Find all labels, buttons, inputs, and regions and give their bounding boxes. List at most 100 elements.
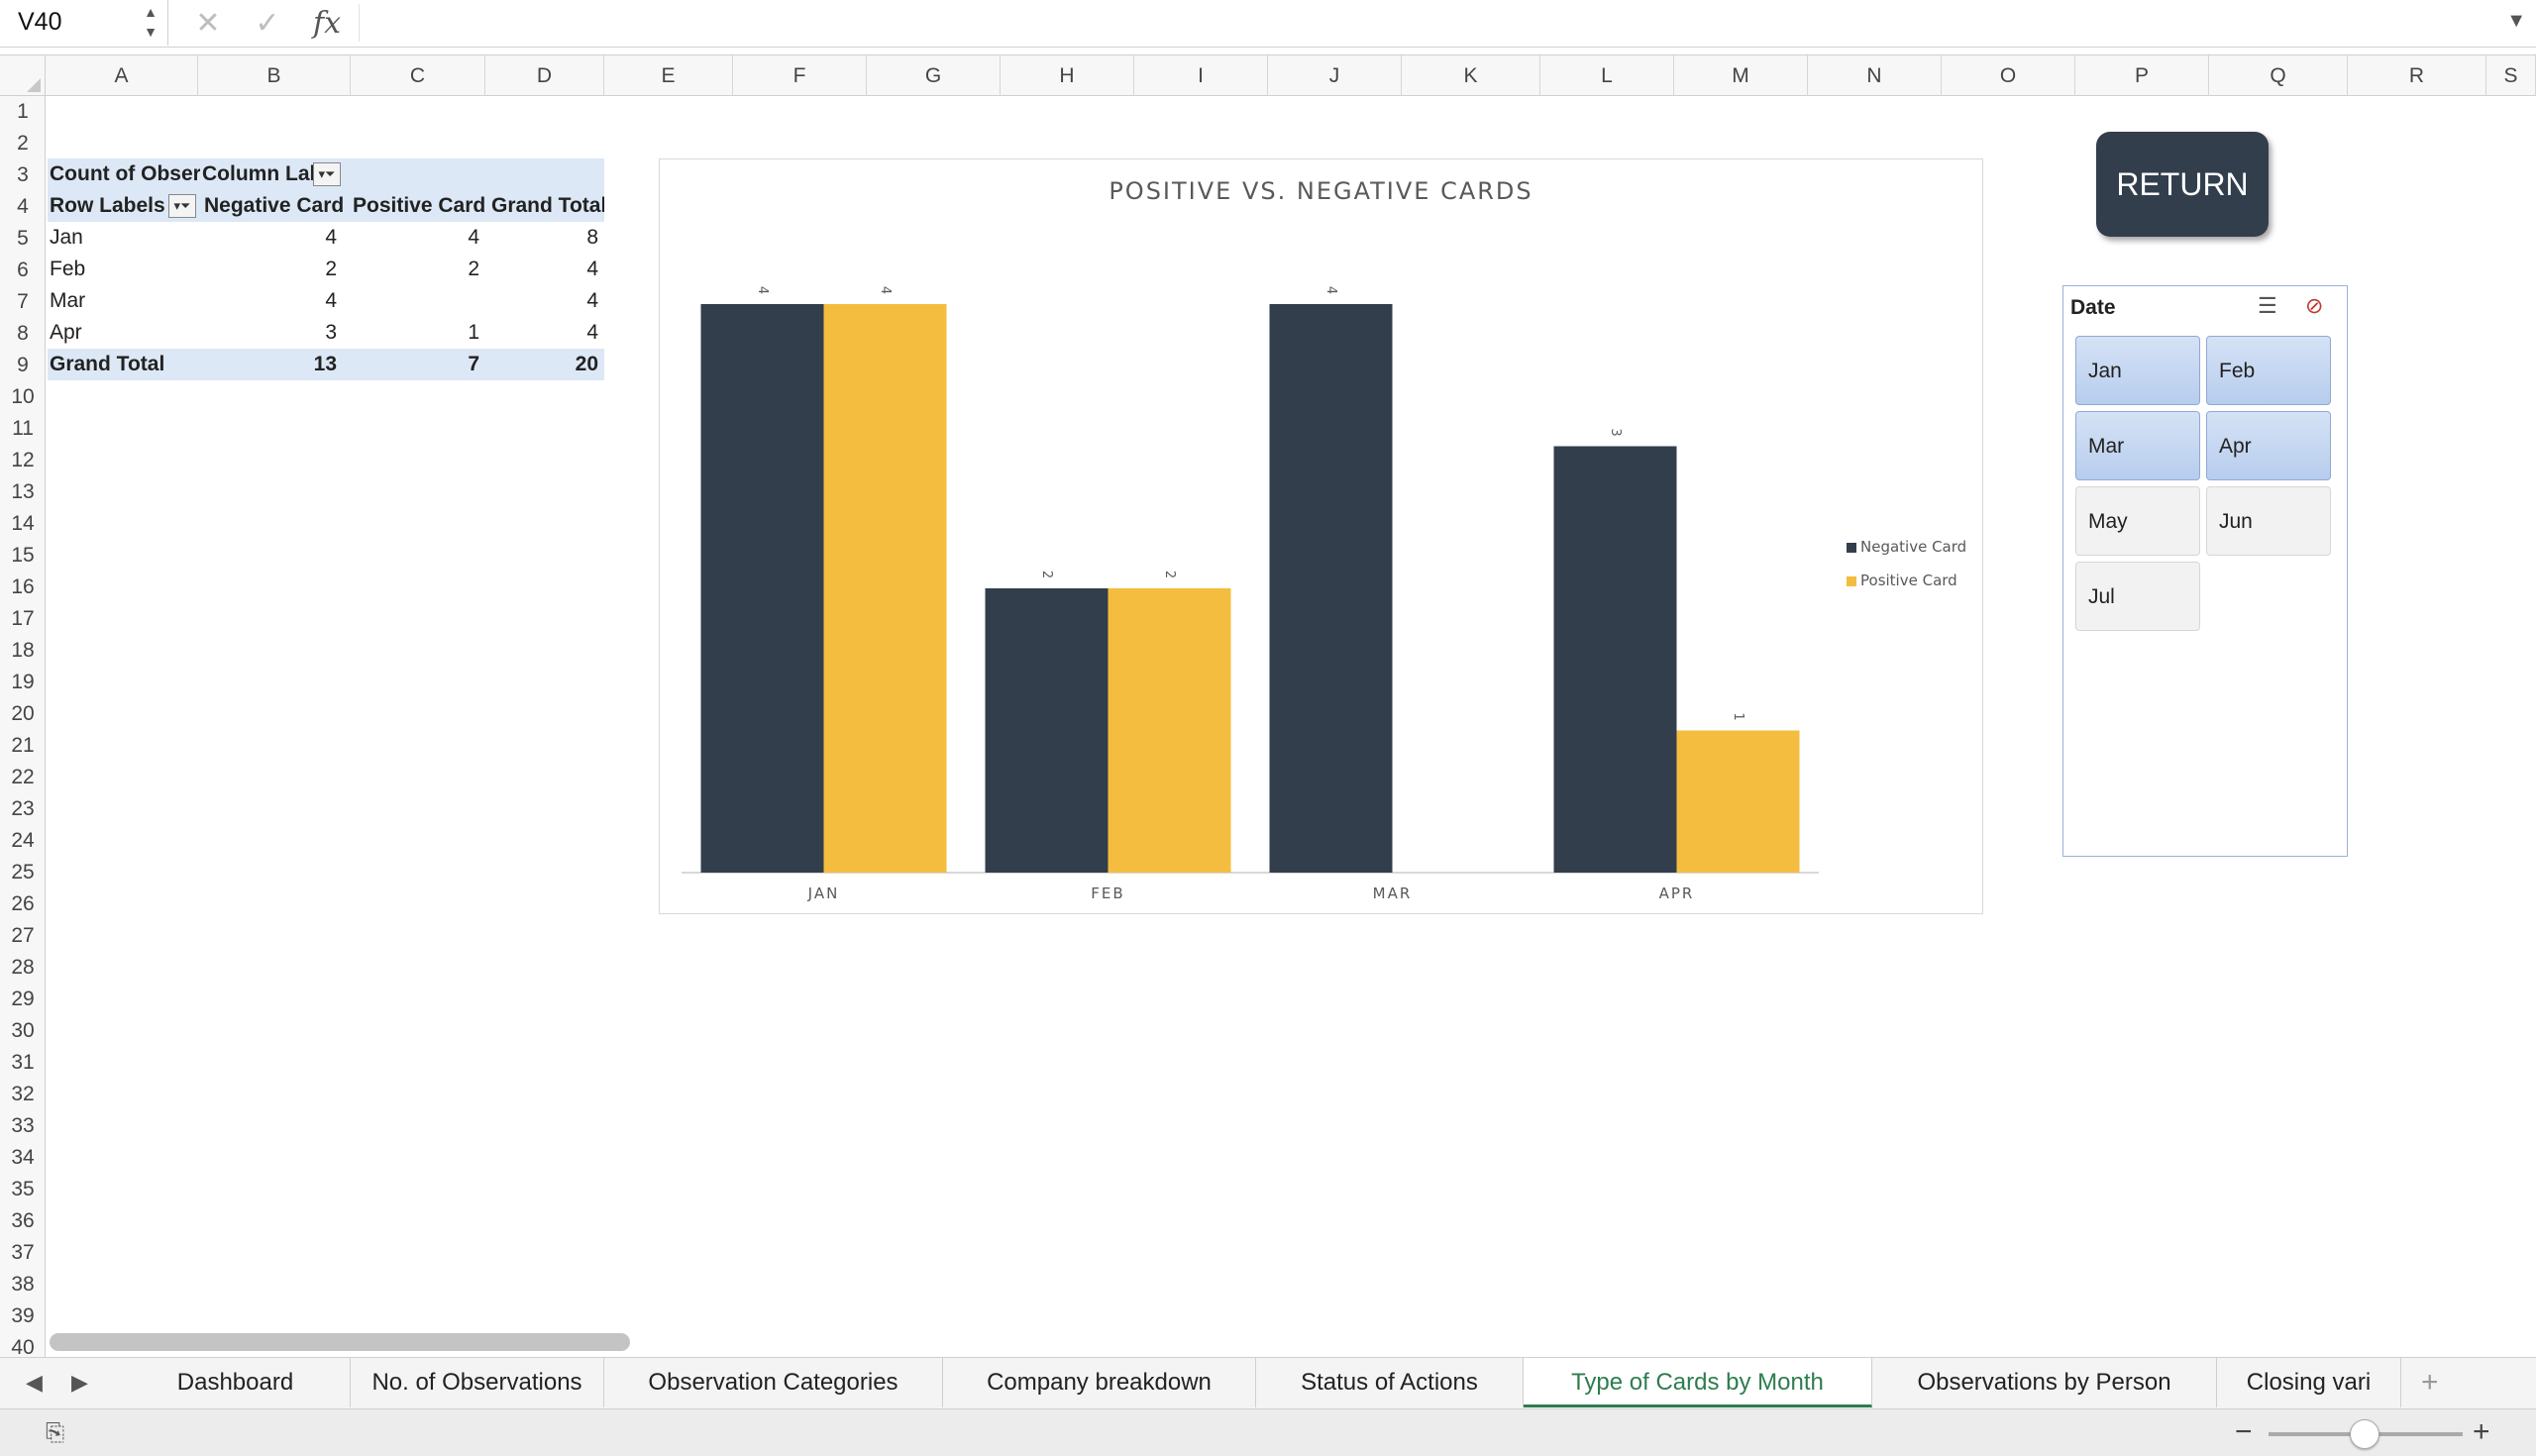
slicer-item-jan[interactable]: Jan	[2075, 336, 2200, 405]
row-header[interactable]: 27	[0, 920, 46, 952]
pivot-cell-negative[interactable]: 4	[202, 222, 337, 254]
name-box-stepper-icon[interactable]: ▲ ▼	[141, 2, 160, 44]
pivot-cell-total[interactable]: 8	[483, 222, 598, 254]
pivot-cell-label[interactable]: Jan	[50, 222, 198, 254]
row-header[interactable]: 17	[0, 603, 46, 635]
row-header[interactable]: 1	[0, 96, 46, 128]
formula-input[interactable]	[359, 4, 2488, 42]
column-filter-icon[interactable]: ▾⏷	[313, 162, 341, 186]
row-header[interactable]: 9	[0, 350, 46, 381]
sheet-tab[interactable]: Company breakdown	[943, 1358, 1256, 1407]
slicer-item-mar[interactable]: Mar	[2075, 411, 2200, 480]
select-all-corner[interactable]	[0, 55, 46, 96]
column-header[interactable]: J	[1268, 55, 1402, 96]
row-header[interactable]: 32	[0, 1079, 46, 1110]
bar-negative-card-jan[interactable]	[700, 304, 824, 873]
pivot-values-header[interactable]: Count of Observation	[50, 158, 200, 190]
pivot-cell-total[interactable]: 4	[483, 317, 598, 349]
row-header[interactable]: 10	[0, 381, 46, 413]
row-header[interactable]: 38	[0, 1269, 46, 1300]
row-header[interactable]: 21	[0, 730, 46, 762]
horizontal-scrollbar[interactable]	[50, 1333, 630, 1351]
sheet-tab[interactable]: Type of Cards by Month	[1524, 1358, 1872, 1407]
row-header[interactable]: 25	[0, 857, 46, 888]
column-header[interactable]: L	[1540, 55, 1674, 96]
row-header[interactable]: 5	[0, 223, 46, 255]
pivot-cell-negative[interactable]: 4	[202, 285, 337, 317]
add-sheet-button[interactable]: +	[2421, 1366, 2439, 1400]
slicer-item-jul[interactable]: Jul	[2075, 562, 2200, 631]
column-header[interactable]: G	[867, 55, 1001, 96]
slicer-item-may[interactable]: May	[2075, 486, 2200, 556]
row-header[interactable]: 20	[0, 698, 46, 730]
pivot-cell-label[interactable]: Mar	[50, 285, 198, 317]
column-header[interactable]: R	[2348, 55, 2486, 96]
slicer-item-apr[interactable]: Apr	[2206, 411, 2331, 480]
name-box[interactable]: V40 ▲ ▼	[0, 0, 168, 46]
pivot-cell-negative[interactable]: 2	[202, 254, 337, 285]
page-layout-icon[interactable]: ⎘	[46, 1419, 64, 1447]
zoom-slider-thumb[interactable]	[2350, 1419, 2379, 1449]
row-header[interactable]: 33	[0, 1110, 46, 1142]
sheet-tab[interactable]: Observations by Person	[1872, 1358, 2217, 1407]
row-header[interactable]: 13	[0, 476, 46, 508]
row-header[interactable]: 12	[0, 445, 46, 476]
column-header[interactable]: C	[351, 55, 485, 96]
cancel-icon[interactable]: ✕	[190, 6, 226, 42]
chevron-down-icon[interactable]: ▼	[2506, 10, 2526, 33]
pivot-cell-total[interactable]: 4	[483, 254, 598, 285]
function-icon[interactable]: fx	[309, 6, 345, 42]
sheet-tab[interactable]: No. of Observations	[351, 1358, 604, 1407]
column-header[interactable]: K	[1402, 55, 1540, 96]
pivot-cell-total[interactable]: 4	[483, 285, 598, 317]
column-header[interactable]: H	[1001, 55, 1134, 96]
sheet-tab[interactable]: Closing vari	[2217, 1358, 2401, 1407]
row-header[interactable]: 6	[0, 255, 46, 286]
row-header[interactable]: 22	[0, 762, 46, 793]
row-header[interactable]: 37	[0, 1237, 46, 1269]
row-header[interactable]: 19	[0, 667, 46, 698]
row-header[interactable]: 14	[0, 508, 46, 540]
column-header[interactable]: N	[1808, 55, 1942, 96]
name-box-value[interactable]: V40	[18, 8, 61, 37]
row-header[interactable]: 11	[0, 413, 46, 445]
row-header[interactable]: 31	[0, 1047, 46, 1079]
bar-chart[interactable]: POSITIVE VS. NEGATIVE CARDS 4 4 JAN 2 2 FEB 4 M…	[659, 158, 1983, 914]
row-header[interactable]: 8	[0, 318, 46, 350]
row-header[interactable]: 34	[0, 1142, 46, 1174]
return-button[interactable]: RETURN	[2096, 132, 2269, 237]
prev-sheet-icon[interactable]: ◀	[26, 1370, 43, 1396]
row-header[interactable]: 18	[0, 635, 46, 667]
row-header[interactable]: 39	[0, 1300, 46, 1332]
sheet-tab[interactable]: Dashboard	[121, 1358, 351, 1407]
pivot-cell-label[interactable]: Apr	[50, 317, 198, 349]
pivot-cell-positive[interactable]: 4	[345, 222, 479, 254]
zoom-out-button[interactable]: −	[2235, 1415, 2253, 1449]
row-header[interactable]: 35	[0, 1174, 46, 1205]
column-header[interactable]: F	[733, 55, 867, 96]
column-header[interactable]: M	[1674, 55, 1808, 96]
check-icon[interactable]: ✓	[250, 6, 285, 42]
row-header[interactable]: 4	[0, 191, 46, 223]
bar-positive-card-apr[interactable]	[1676, 730, 1800, 874]
slicer-item-feb[interactable]: Feb	[2206, 336, 2331, 405]
next-sheet-icon[interactable]: ▶	[71, 1370, 88, 1396]
row-header[interactable]: 7	[0, 286, 46, 318]
row-header[interactable]: 36	[0, 1205, 46, 1237]
bar-positive-card-feb[interactable]	[1108, 588, 1231, 873]
bar-negative-card-feb[interactable]	[985, 588, 1109, 873]
zoom-in-button[interactable]: +	[2473, 1415, 2490, 1449]
column-header[interactable]: Q	[2209, 55, 2348, 96]
column-header[interactable]: B	[198, 55, 351, 96]
row-header[interactable]: 24	[0, 825, 46, 857]
pivot-row-labels[interactable]: Row Labels	[50, 190, 168, 222]
row-header[interactable]: 30	[0, 1015, 46, 1047]
pivot-cell-negative[interactable]: 3	[202, 317, 337, 349]
row-header[interactable]: 28	[0, 952, 46, 984]
bar-positive-card-jan[interactable]	[823, 304, 947, 873]
pivot-cell-positive[interactable]: 1	[345, 317, 479, 349]
clear-filter-icon[interactable]: ⊘	[2305, 293, 2323, 319]
row-header[interactable]: 26	[0, 888, 46, 920]
bar-negative-card-mar[interactable]	[1269, 304, 1393, 873]
row-filter-icon[interactable]: ▾⏷	[168, 194, 196, 218]
